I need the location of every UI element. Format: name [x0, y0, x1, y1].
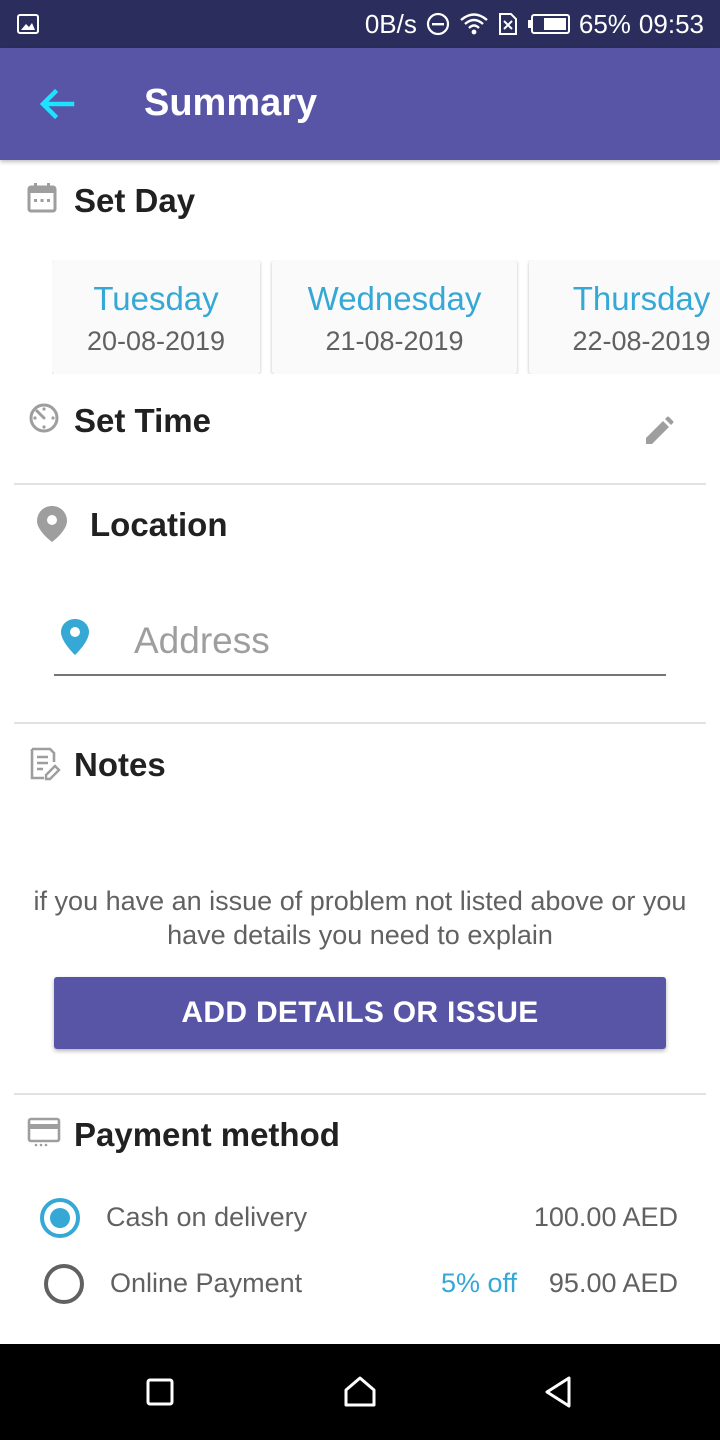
- home-icon[interactable]: [340, 1372, 380, 1412]
- calendar-icon: [27, 183, 57, 213]
- day-card-thursday[interactable]: Thursday 22-08-2019: [529, 260, 720, 374]
- day-card-wednesday[interactable]: Wednesday 21-08-2019: [272, 260, 517, 374]
- sim-x-icon: [498, 13, 517, 35]
- discount-label: 5% off: [441, 1268, 518, 1298]
- payment-amount: 100.00 AED: [533, 1202, 678, 1232]
- clock: 09:53: [638, 9, 704, 39]
- payment-option-online[interactable]: Online Payment 5% off 95.00 AED: [0, 1254, 720, 1314]
- page-title: Summary: [144, 82, 318, 124]
- timer-icon: [29, 403, 59, 433]
- system-nav-bar: [0, 1344, 720, 1440]
- day-date: 21-08-2019: [325, 326, 464, 356]
- set-day-title: Set Day: [74, 182, 196, 219]
- payment-option-cash[interactable]: Cash on delivery 100.00 AED: [0, 1188, 720, 1248]
- payment-amount: 95.00 AED: [548, 1268, 678, 1298]
- notes-hint: if you have an issue of problem not list…: [33, 886, 687, 950]
- pencil-icon[interactable]: [640, 414, 676, 450]
- payment-label: Online Payment: [110, 1268, 303, 1298]
- wifi-icon: [460, 13, 488, 35]
- day-date: 22-08-2019: [572, 326, 711, 356]
- address-pin-icon: [61, 619, 89, 655]
- radio-selected[interactable]: [40, 1198, 80, 1238]
- day-selector: Tuesday 20-08-2019 Wednesday 21-08-2019 …: [52, 260, 720, 374]
- add-details-button[interactable]: ADD DETAILS OR ISSUE: [54, 977, 666, 1049]
- payment-title: Payment method: [74, 1116, 340, 1153]
- divider: [14, 722, 706, 724]
- dnd-icon: [426, 12, 449, 36]
- day-name: Wednesday: [307, 280, 482, 317]
- location-pin-icon: [37, 506, 67, 542]
- day-card-tuesday[interactable]: Tuesday 20-08-2019: [52, 260, 260, 374]
- location-title: Location: [90, 506, 228, 543]
- status-bar: 0B/s 65% 09:53: [0, 0, 720, 48]
- back-triangle-icon[interactable]: [538, 1372, 578, 1412]
- battery-level: 65%: [578, 9, 631, 39]
- payment-label: Cash on delivery: [106, 1202, 308, 1232]
- address-field: [54, 610, 666, 676]
- status-indicators: 0B/s 65% 09:53: [365, 0, 704, 48]
- divider: [14, 483, 706, 485]
- app-bar: Summary: [0, 48, 720, 160]
- radio-unselected[interactable]: [44, 1264, 84, 1304]
- set-time-title: Set Time: [74, 402, 211, 439]
- credit-card-icon: [27, 1117, 61, 1147]
- battery-icon: [527, 14, 570, 34]
- day-date: 20-08-2019: [86, 326, 226, 356]
- divider: [14, 1093, 706, 1095]
- notes-title: Notes: [74, 746, 166, 783]
- net-speed: 0B/s: [364, 9, 417, 39]
- back-button[interactable]: [28, 76, 84, 132]
- address-input[interactable]: [134, 616, 654, 666]
- day-name: Thursday: [572, 280, 711, 317]
- notes-edit-icon: [30, 747, 61, 781]
- day-name: Tuesday: [93, 280, 219, 317]
- recent-apps-icon[interactable]: [140, 1372, 180, 1412]
- image-icon: [16, 12, 40, 36]
- arrow-left-icon: [39, 88, 75, 120]
